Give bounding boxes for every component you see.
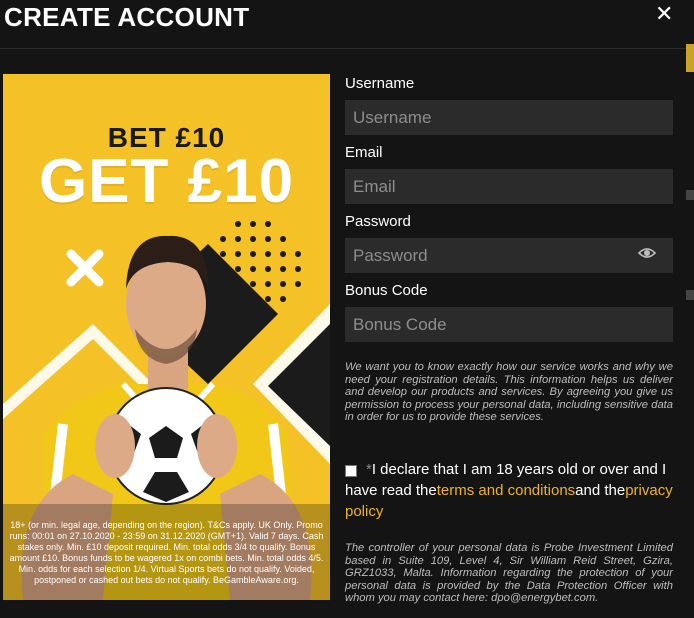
bonus-code-input[interactable] (345, 307, 673, 342)
age-declaration: *I declare that I am 18 years old or ove… (345, 459, 675, 522)
bonus-code-label: Bonus Code (345, 282, 428, 299)
background-page-edge (686, 190, 694, 200)
close-icon[interactable]: ✕ (655, 2, 673, 28)
password-label: Password (345, 213, 411, 230)
eye-icon[interactable] (638, 246, 656, 260)
promo-banner: BET £10 GET £10 18+ (or min. legal age, … (3, 74, 330, 600)
email-input[interactable] (345, 169, 673, 204)
username-label: Username (345, 75, 415, 92)
declaration-text-2: and the (575, 482, 626, 499)
promo-terms: 18+ (or min. legal age, depending on the… (9, 520, 324, 585)
modal-title: CREATE ACCOUNT (4, 2, 250, 32)
data-usage-notice: We want you to know exactly how our serv… (345, 361, 673, 424)
terms-link[interactable]: terms and conditions (437, 482, 575, 499)
email-label: Email (345, 144, 383, 161)
data-controller-notice: The controller of your personal data is … (345, 542, 673, 605)
modal-header: CREATE ACCOUNT ✕ (0, 0, 694, 49)
background-page-edge (686, 44, 694, 72)
background-page-edge (686, 290, 694, 300)
username-input[interactable] (345, 100, 673, 135)
promo-headline-large: GET £10 (38, 147, 295, 216)
password-input[interactable] (345, 238, 673, 273)
